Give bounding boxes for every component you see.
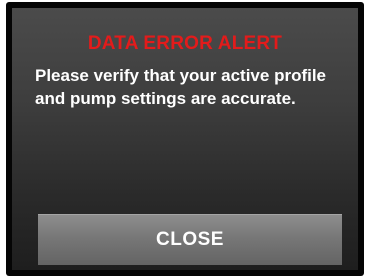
close-button[interactable]: CLOSE	[38, 214, 342, 265]
alert-title: DATA ERROR ALERT	[87, 33, 283, 54]
alert-dialog: DATA ERROR ALERT Please verify that your…	[12, 8, 358, 270]
alert-message: Please verify that your active profile a…	[35, 66, 327, 108]
